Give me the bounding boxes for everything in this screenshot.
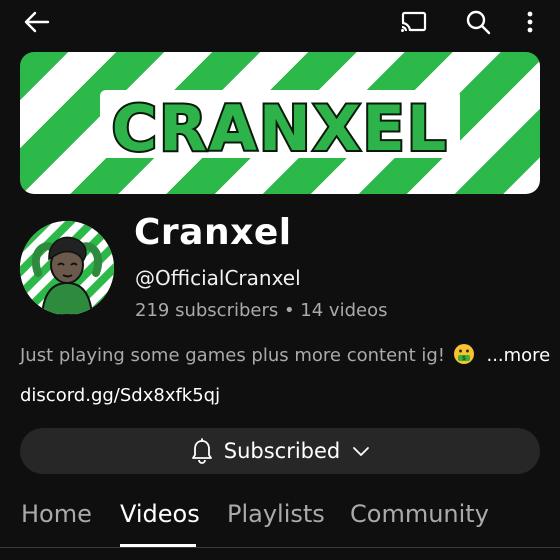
bell-icon [191,438,212,464]
banner-title: CRANXEL [112,92,449,165]
money-mouth-face-emoji: $ [453,344,474,364]
description-more-link[interactable]: ...more [486,345,550,366]
channel-name: Cranxel [134,212,292,253]
tab-videos[interactable]: Videos [120,500,200,528]
tab-playlists[interactable]: Playlists [227,500,325,528]
arrow-left-icon [24,11,50,33]
tab-community[interactable]: Community [350,500,489,528]
top-app-bar [0,0,560,44]
more-vert-icon [527,11,533,33]
channel-stats: 219 subscribers • 14 videos [135,300,388,321]
back-button[interactable] [14,6,58,38]
subscribed-button[interactable]: Subscribed [20,428,540,474]
cast-button[interactable] [392,6,436,38]
search-button[interactable] [456,6,500,38]
subscribed-label: Subscribed [223,439,341,463]
channel-avatar[interactable] [20,221,114,315]
tabs-divider [0,547,560,548]
channel-banner: CRANXEL [20,52,540,194]
channel-tabs: Home Videos Playlists Community [0,496,560,560]
tab-home[interactable]: Home [21,500,92,528]
avatar-image [20,221,114,315]
search-icon [466,10,491,35]
more-options-button[interactable] [512,6,548,38]
svg-text:$: $ [462,355,466,362]
cast-icon [400,11,427,32]
channel-link[interactable]: discord.gg/Sdx8xfk5qj [20,385,220,406]
description-text: Just playing some games plus more conten… [20,345,445,366]
channel-handle: @OfficialCranxel [135,266,301,290]
banner-logo: CRANXEL [110,90,449,167]
channel-description[interactable]: Just playing some games plus more conten… [20,343,550,366]
chevron-down-icon [353,447,370,456]
